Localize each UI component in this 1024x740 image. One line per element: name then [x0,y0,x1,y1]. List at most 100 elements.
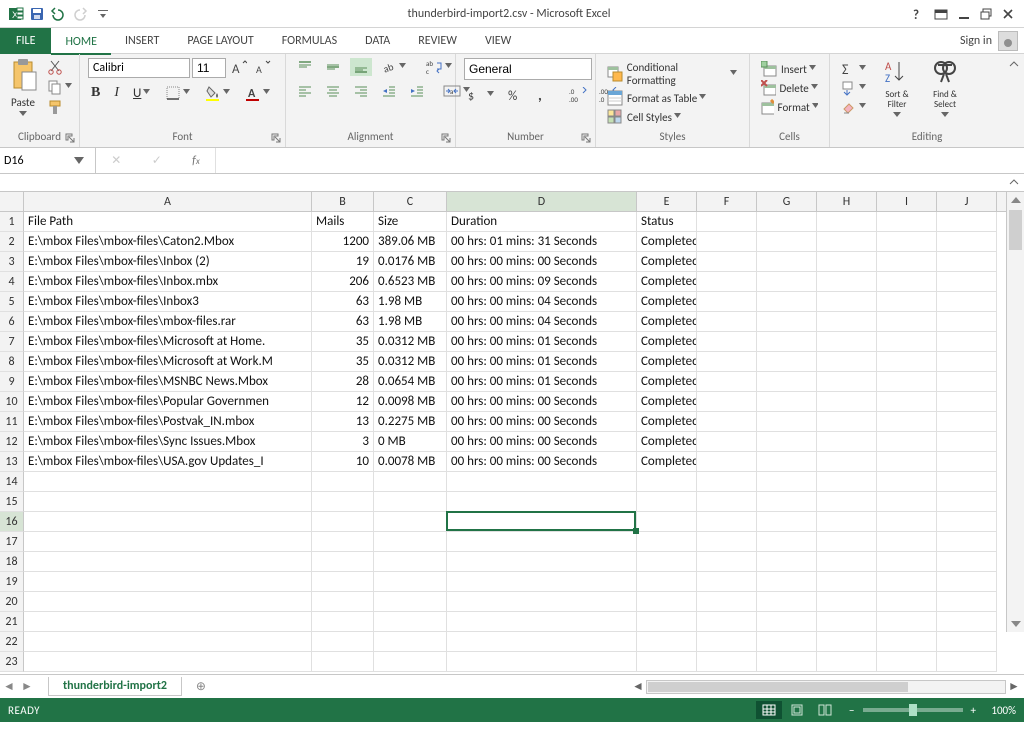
cell[interactable] [757,412,817,432]
comma-button[interactable]: , [532,86,554,104]
shrink-font-button[interactable]: A [252,59,274,77]
scroll-up-icon[interactable] [1007,192,1024,208]
column-header[interactable]: J [937,192,997,211]
cell[interactable] [757,652,817,672]
cell[interactable] [877,272,937,292]
tab-insert[interactable]: INSERT [111,28,173,54]
cell[interactable] [637,492,697,512]
cell[interactable]: Size [374,212,447,232]
cell[interactable]: 00 hrs: 00 mins: 00 Seconds [447,452,637,472]
cell[interactable] [817,312,877,332]
row-header[interactable]: 9 [0,372,24,392]
worksheet[interactable]: ABCDEFGHIJ 12345678910111213141516171819… [0,192,1024,674]
row-header[interactable]: 19 [0,572,24,592]
name-box[interactable] [0,148,96,173]
format-as-table-button[interactable]: Format as Table [604,89,741,107]
cell[interactable] [877,492,937,512]
cell[interactable]: E:\mbox Files\mbox-files\Microsoft at Ho… [24,332,312,352]
align-center-button[interactable] [322,82,344,100]
cell[interactable] [697,252,757,272]
cell[interactable] [24,652,312,672]
cell[interactable] [877,472,937,492]
cell[interactable]: Completed [637,432,697,452]
cell[interactable]: 63 [312,292,374,312]
enter-icon[interactable]: ✓ [152,153,162,168]
align-right-button[interactable] [350,82,372,100]
cell[interactable] [937,312,997,332]
sign-in[interactable]: Sign in [960,31,1024,51]
dialog-launcher-icon[interactable] [581,133,591,143]
accounting-format-button[interactable]: $ [464,86,498,104]
cell[interactable] [757,292,817,312]
collapse-formula-bar-icon[interactable] [1008,176,1020,192]
cell[interactable] [447,472,637,492]
scrollbar-thumb[interactable] [648,682,908,692]
cell[interactable] [757,632,817,652]
number-format-combo[interactable] [464,58,592,80]
horizontal-scrollbar[interactable]: ◄ ► [210,679,1024,694]
cell[interactable] [697,632,757,652]
row-header[interactable]: 21 [0,612,24,632]
align-top-button[interactable] [294,58,316,76]
wrap-text-button[interactable]: abc [422,58,456,76]
cell[interactable]: Completed [637,372,697,392]
align-bottom-button[interactable] [350,58,372,76]
cell[interactable] [697,572,757,592]
cell[interactable] [937,252,997,272]
cell[interactable]: E:\mbox Files\mbox-files\mbox-files.rar [24,312,312,332]
cell[interactable]: 00 hrs: 00 mins: 04 Seconds [447,292,637,312]
cell[interactable] [312,632,374,652]
cell[interactable] [757,372,817,392]
column-header[interactable]: A [24,192,312,211]
cell[interactable]: 0.0312 MB [374,352,447,372]
cell[interactable]: Completed [637,332,697,352]
cell[interactable] [817,552,877,572]
row-header[interactable]: 7 [0,332,24,352]
cell[interactable]: 0.0176 MB [374,252,447,272]
cell[interactable] [817,512,877,532]
cell[interactable] [697,292,757,312]
cell[interactable]: 00 hrs: 00 mins: 00 Seconds [447,412,637,432]
column-header[interactable]: F [697,192,757,211]
restore-icon[interactable] [980,8,992,20]
cell[interactable] [312,532,374,552]
tab-formulas[interactable]: FORMULAS [268,28,351,54]
paste-button[interactable]: Paste [8,58,38,128]
cell[interactable] [697,272,757,292]
cell[interactable] [877,532,937,552]
row-header[interactable]: 22 [0,632,24,652]
cell[interactable]: 35 [312,352,374,372]
cell[interactable] [817,472,877,492]
row-header[interactable]: 20 [0,592,24,612]
cell[interactable] [697,552,757,572]
cell[interactable]: Completed [637,352,697,372]
cell[interactable] [757,512,817,532]
cell[interactable]: 13 [312,412,374,432]
cell[interactable]: Completed [637,392,697,412]
cell[interactable] [817,372,877,392]
cell[interactable] [757,272,817,292]
cell[interactable] [937,232,997,252]
cell[interactable] [757,252,817,272]
cell[interactable] [877,292,937,312]
cell[interactable] [637,512,697,532]
cell[interactable]: Completed [637,272,697,292]
grow-font-button[interactable]: A [228,59,250,77]
cell[interactable] [817,292,877,312]
cell[interactable]: 0.6523 MB [374,272,447,292]
delete-cells-button[interactable]: Delete [758,79,821,97]
cell[interactable] [817,652,877,672]
cell[interactable] [817,452,877,472]
insert-cells-button[interactable]: Insert [758,60,821,78]
normal-view-button[interactable] [756,701,782,719]
cell[interactable] [937,292,997,312]
cell[interactable] [637,592,697,612]
cell[interactable] [374,612,447,632]
cell[interactable] [757,472,817,492]
row-header[interactable]: 17 [0,532,24,552]
cell[interactable] [447,552,637,572]
cell[interactable]: Completed [637,312,697,332]
cell[interactable]: 00 hrs: 01 mins: 31 Seconds [447,232,637,252]
font-color-button[interactable]: A [242,84,274,102]
column-header[interactable]: C [374,192,447,211]
